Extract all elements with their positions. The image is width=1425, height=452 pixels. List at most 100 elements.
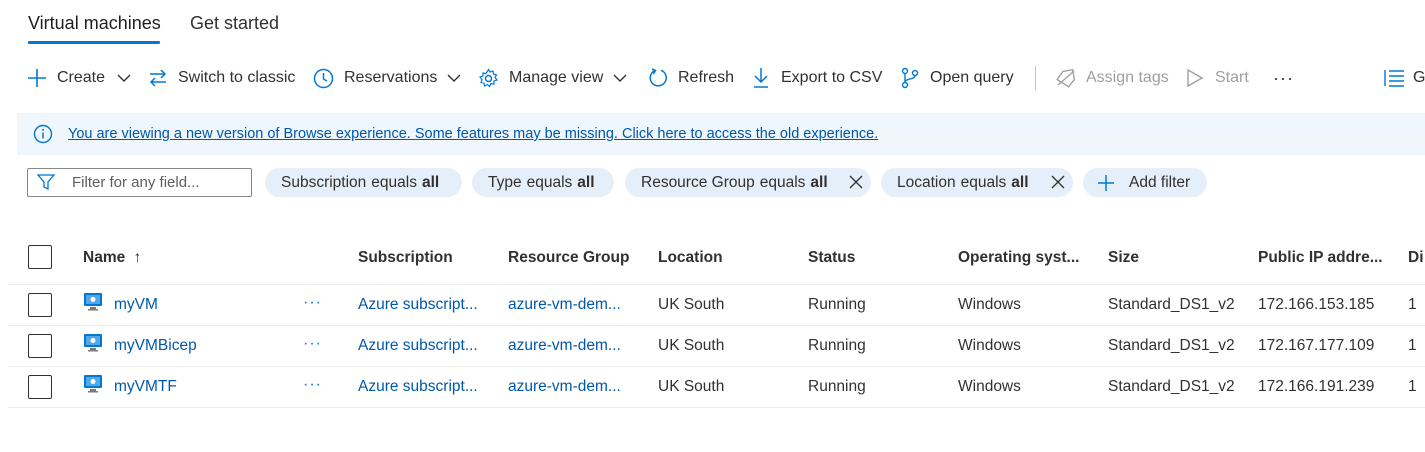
manage-view-label: Manage view [509,69,604,86]
more-options-button[interactable]: ··· [1273,64,1294,92]
size-cell: Standard_DS1_v2 [1108,378,1235,395]
vm-name-link[interactable]: myVMTF [114,378,177,396]
pill-value: all [1011,173,1029,191]
pill-field-label: Location [897,173,956,191]
vm-name-link[interactable]: myVMBicep [114,337,197,355]
tab-get-started[interactable]: Get started [190,12,279,34]
pill-operator: equals [371,173,417,191]
assign-tags-button[interactable]: Assign tags [1055,64,1169,92]
refresh-button[interactable]: Refresh [647,64,734,92]
chevron-down-icon [117,74,131,82]
export-to-csv-button[interactable]: Export to CSV [752,64,882,92]
reservations-button[interactable]: Reservations [313,64,461,92]
column-header-status[interactable]: Status [808,249,855,267]
pill-value: all [810,173,828,191]
manage-view-button[interactable]: Manage view [478,64,627,92]
virtual-machine-icon [84,375,102,393]
list-icon [1384,70,1404,87]
row-more-actions-button[interactable]: ··· [303,294,322,312]
query-branch-icon [901,67,919,89]
active-tab-indicator [28,41,160,44]
column-header-resource-group[interactable]: Resource Group [508,249,629,267]
row-more-actions-button[interactable]: ··· [303,376,322,394]
location-cell: UK South [658,378,725,395]
group-by-button[interactable]: G [1383,64,1425,92]
tag-icon [1056,68,1076,88]
group-by-label: G [1413,69,1425,86]
open-query-button[interactable]: Open query [900,64,1014,92]
resource-group-link[interactable]: azure-vm-dem... [508,378,621,396]
add-filter-button[interactable]: Add filter [1083,168,1207,197]
disks-cell: 1 [1408,296,1417,313]
size-cell: Standard_DS1_v2 [1108,337,1235,354]
create-button[interactable]: Create [27,64,131,92]
sort-ascending-icon: ↑ [133,249,142,266]
pill-value: all [577,173,595,191]
filter-pill-subscription[interactable]: Subscription equals all [265,168,462,197]
column-header-name-label: Name [83,249,126,266]
column-header-public-ip[interactable]: Public IP addre... [1258,249,1383,267]
download-icon [754,68,768,88]
clock-icon [313,68,334,88]
gear-icon [478,67,499,88]
pill-field-label: Subscription [281,173,367,191]
refresh-icon [649,68,667,87]
column-header-size[interactable]: Size [1108,249,1139,267]
row-checkbox[interactable] [28,375,52,399]
subscription-link[interactable]: Azure subscript... [358,296,478,314]
row-checkbox[interactable] [28,334,52,358]
disks-cell: 1 [1408,378,1417,395]
toolbar-divider [1035,66,1036,90]
resource-group-link[interactable]: azure-vm-dem... [508,337,621,355]
play-icon [1187,68,1204,88]
os-cell: Windows [958,378,1021,395]
subscription-link[interactable]: Azure subscript... [358,337,478,355]
filter-pill-location[interactable]: Location equals all [881,168,1073,197]
close-icon[interactable] [1051,175,1065,189]
filter-pill-type[interactable]: Type equals all [472,168,614,197]
filter-input-box[interactable] [27,168,252,197]
start-button[interactable]: Start [1186,64,1249,92]
select-all-checkbox[interactable] [28,245,52,269]
column-header-name[interactable]: Name ↑ [83,249,141,267]
switch-to-classic-button[interactable]: Switch to classic [148,64,295,92]
start-label: Start [1215,69,1249,86]
add-filter-label: Add filter [1129,173,1191,191]
vm-name-link[interactable]: myVM [114,296,158,314]
disks-cell: 1 [1408,337,1417,354]
column-header-operating-system[interactable]: Operating syst... [958,249,1079,267]
public-ip-cell: 172.166.191.239 [1258,378,1375,395]
tab-virtual-machines[interactable]: Virtual machines [28,12,161,34]
plus-icon [1098,174,1114,191]
size-cell: Standard_DS1_v2 [1108,296,1235,313]
chevron-down-icon [447,74,461,82]
row-divider [8,366,1425,367]
public-ip-cell: 172.166.153.185 [1258,296,1375,313]
filter-field-input[interactable] [72,171,242,193]
pill-operator: equals [759,173,806,191]
status-cell: Running [808,378,866,395]
open-query-label: Open query [930,69,1014,86]
pill-operator: equals [960,173,1007,191]
column-header-location[interactable]: Location [658,249,723,267]
subscription-link[interactable]: Azure subscript... [358,378,478,396]
row-more-actions-button[interactable]: ··· [303,335,322,353]
filter-funnel-icon [37,174,55,191]
filter-pill-resource-group[interactable]: Resource Group equals all [625,168,871,197]
row-divider [8,325,1425,326]
row-divider [8,407,1425,408]
status-cell: Running [808,337,866,354]
close-icon[interactable] [849,175,863,189]
virtual-machine-icon [84,334,102,352]
ellipsis-icon: ··· [1273,67,1294,88]
column-header-subscription[interactable]: Subscription [358,249,453,267]
column-header-disks[interactable]: Di [1408,249,1424,267]
virtual-machine-icon [84,293,102,311]
export-to-csv-label: Export to CSV [781,69,883,86]
info-icon [33,124,53,144]
resource-group-link[interactable]: azure-vm-dem... [508,296,621,314]
public-ip-cell: 172.167.177.109 [1258,337,1375,354]
old-experience-link[interactable]: You are viewing a new version of Browse … [68,126,878,142]
plus-icon [28,69,46,87]
row-checkbox[interactable] [28,293,52,317]
